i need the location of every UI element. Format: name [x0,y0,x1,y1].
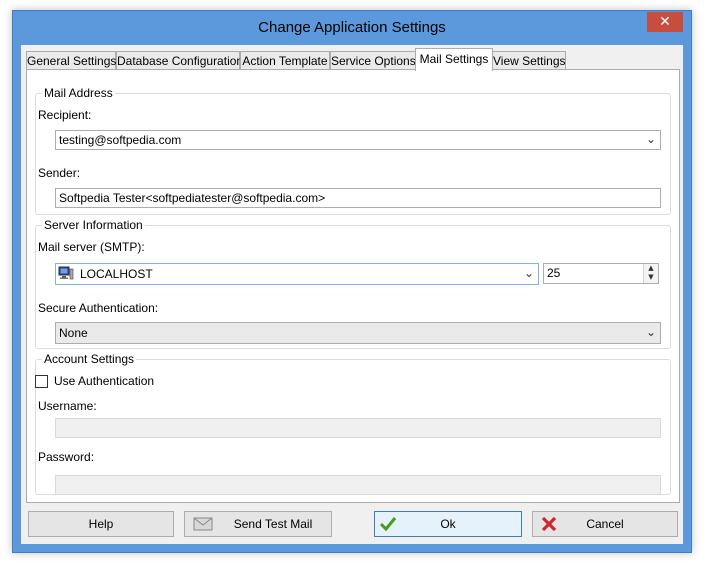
window-title: Change Application Settings [258,19,446,36]
sender-label: Sender: [38,166,81,180]
send-test-mail-label: Send Test Mail [233,517,313,531]
secure-auth-combo[interactable]: None ⌄ [55,322,661,344]
server-information-legend: Server Information [42,218,145,232]
recipient-label: Recipient: [38,108,92,122]
server-information-group: Server Information Mail server (SMTP): L… [35,218,671,349]
cancel-button-label: Cancel [586,517,624,531]
recipient-value: testing@softpedia.com [59,133,182,147]
mail-address-group: Mail Address Recipient: testing@softpedi… [35,86,671,215]
smtp-port-spinner[interactable]: 25 ▲ ▼ [543,263,659,284]
tab-general-settings[interactable]: General Settings [26,51,116,70]
ok-button[interactable]: Ok [374,511,522,537]
use-authentication-checkbox[interactable] [35,375,48,388]
chevron-down-icon: ⌄ [523,266,534,280]
spin-down-icon[interactable]: ▼ [644,273,658,282]
chevron-down-icon: ⌄ [645,325,656,339]
spinner-buttons[interactable]: ▲ ▼ [643,264,658,283]
mail-icon [193,517,213,531]
close-button[interactable]: ✕ [647,12,683,32]
smtp-server-value: LOCALHOST [80,267,153,281]
account-settings-legend: Account Settings [42,352,137,366]
secure-auth-label: Secure Authentication: [38,301,159,315]
ok-button-label: Ok [440,517,456,531]
smtp-server-combo[interactable]: LOCALHOST ⌄ [55,263,539,285]
account-settings-group: Account Settings Use Authentication User… [35,352,671,495]
password-label: Password: [38,450,95,464]
send-test-mail-button[interactable]: Send Test Mail [184,511,332,537]
smtp-port-value: 25 [547,266,561,280]
monitor-icon [58,266,74,280]
title-bar[interactable]: Change Application Settings ✕ [13,11,691,45]
tab-view-settings[interactable]: View Settings [492,51,566,70]
tab-mail-settings[interactable]: Mail Settings [415,48,493,71]
cancel-button[interactable]: Cancel [532,511,678,537]
recipient-combo[interactable]: testing@softpedia.com ⌄ [55,130,661,150]
secure-auth-value: None [59,326,88,340]
dialog-client-area: General Settings Database Configuration … [21,45,683,544]
password-input[interactable] [55,475,661,495]
username-label: Username: [38,399,97,413]
close-icon: ✕ [659,14,671,30]
smtp-label: Mail server (SMTP): [38,240,145,254]
username-input[interactable] [55,418,661,438]
tab-database-configuration[interactable]: Database Configuration [116,51,243,70]
tab-action-template[interactable]: Action Template [240,51,330,70]
help-button-label: Help [88,517,114,531]
spin-up-icon[interactable]: ▲ [644,264,658,273]
sender-input[interactable]: Softpedia Tester<softpediatester@softped… [55,188,661,208]
mail-address-legend: Mail Address [42,86,115,100]
sender-value: Softpedia Tester<softpediatester@softped… [59,191,326,205]
use-authentication-label[interactable]: Use Authentication [54,374,154,388]
settings-window: Change Application Settings ✕ General Se… [12,10,692,553]
chevron-down-icon: ⌄ [645,132,656,146]
mail-settings-panel: Mail Address Recipient: testing@softpedi… [26,69,680,503]
tab-service-options[interactable]: Service Options [330,51,416,70]
help-button[interactable]: Help [28,511,174,537]
